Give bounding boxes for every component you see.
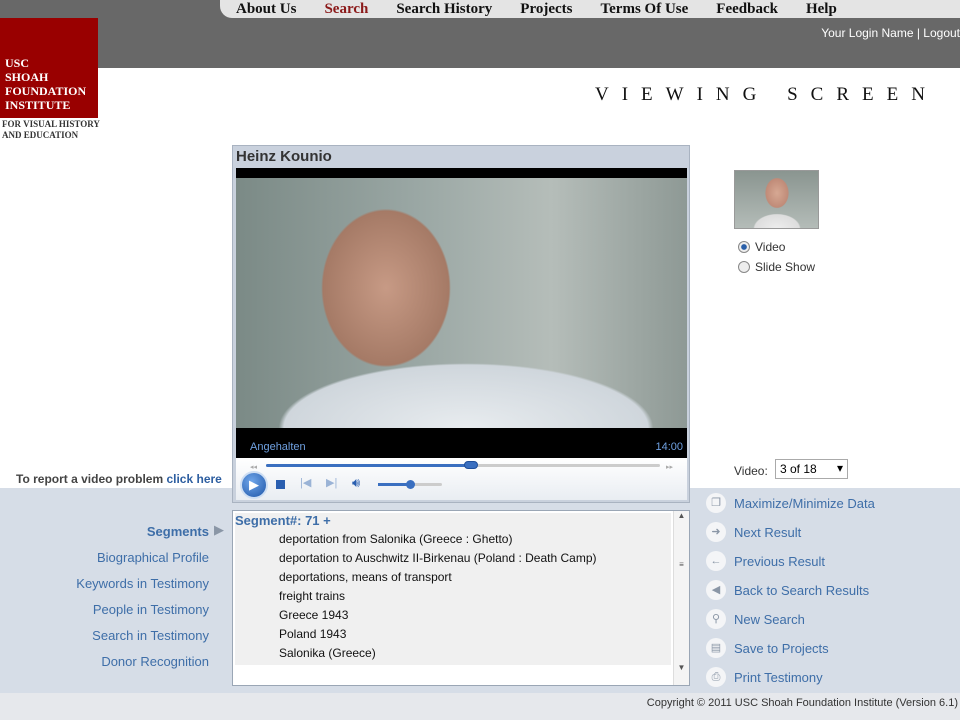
scroll-up-icon[interactable]: ▲ xyxy=(674,511,689,520)
action-label: Previous Result xyxy=(734,553,826,569)
video-screen[interactable] xyxy=(236,168,687,428)
window-icon: ❐ xyxy=(706,493,726,513)
keyword[interactable]: deportation from Salonika (Greece : Ghet… xyxy=(279,532,512,546)
scroll-thumb[interactable]: ≡ xyxy=(674,560,689,569)
login-area: Your Login Name | Logout xyxy=(821,26,960,40)
interviewee-thumbnail xyxy=(734,170,819,229)
stop-button[interactable] xyxy=(276,480,285,489)
video-select[interactable]: 3 of 18 xyxy=(775,459,848,479)
triangle-left-icon: ◀ xyxy=(706,580,726,600)
menu-label: Segments xyxy=(146,524,209,539)
radio-label: Slide Show xyxy=(755,260,816,274)
volume-slider[interactable] xyxy=(378,480,442,489)
radio-video[interactable]: Video xyxy=(738,240,785,254)
menu-search-in-testimony[interactable]: Search in Testimony xyxy=(92,628,209,643)
seek-thumb[interactable] xyxy=(463,461,478,469)
keyword[interactable]: Greece 1943 xyxy=(279,608,348,622)
previous-button[interactable]: |◀ xyxy=(300,476,311,489)
action-label: Back to Search Results xyxy=(734,582,870,598)
next-result[interactable]: ➜ Next Result xyxy=(706,522,801,542)
previous-result[interactable]: ← Previous Result xyxy=(706,551,825,571)
logo-sub-line: FOR VISUAL HISTORY xyxy=(2,119,100,129)
report-text: To report a video problem xyxy=(16,472,167,486)
duration: 14:00 xyxy=(655,441,683,453)
volume-icon[interactable]: 🔊︎ xyxy=(352,475,360,491)
menu-segments[interactable]: Segments xyxy=(147,524,209,539)
keyword[interactable]: deportations, means of transport xyxy=(279,570,452,584)
scroll-down-icon[interactable]: ▼ xyxy=(674,663,689,672)
report-problem: To report a video problem click here xyxy=(16,472,222,486)
menu-biographical-profile[interactable]: Biographical Profile xyxy=(97,550,209,565)
menu-keywords[interactable]: Keywords in Testimony xyxy=(76,576,209,591)
status-text: Angehalten xyxy=(250,441,306,453)
interviewee-name: Heinz Kounio xyxy=(236,148,332,165)
nav-search-history[interactable]: Search History xyxy=(396,0,492,18)
radio-button[interactable] xyxy=(738,241,750,253)
radio-label: Video xyxy=(755,240,786,254)
segment-panel: Segment#: 71 + deportation from Salonika… xyxy=(232,510,690,686)
radio-button[interactable] xyxy=(738,261,750,273)
fast-forward-icon[interactable]: ▸▸ xyxy=(666,463,673,471)
player-status: Angehalten 14:00 xyxy=(236,428,687,458)
nav-search[interactable]: Search xyxy=(324,0,368,18)
nav-feedback[interactable]: Feedback xyxy=(716,0,778,18)
player-controls: ◂◂ ▸▸ ▶ |◀ ▶| 🔊︎ xyxy=(236,458,687,500)
action-label: New Search xyxy=(734,611,805,627)
logo-subtitle: FOR VISUAL HISTORY AND EDUCATION xyxy=(2,119,100,141)
document-icon: ▤ xyxy=(706,638,726,658)
magnifier-icon: ⚲ xyxy=(706,609,726,629)
caret-right-icon: ▶ xyxy=(214,522,224,537)
keyword[interactable]: deportation to Auschwitz II-Birkenau (Po… xyxy=(279,551,597,565)
video-frame xyxy=(236,178,687,428)
action-label: Next Result xyxy=(734,524,802,540)
logo-line: FOUNDATION xyxy=(5,84,87,98)
scrollbar[interactable]: ▲ ≡ ▼ xyxy=(673,511,689,685)
maximize-minimize-data[interactable]: ❐ Maximize/Minimize Data xyxy=(706,493,875,513)
nav-help[interactable]: Help xyxy=(806,0,837,18)
report-link[interactable]: click here xyxy=(166,472,221,486)
nav-terms-of-use[interactable]: Terms Of Use xyxy=(601,0,689,18)
top-nav: About Us Search Search History Projects … xyxy=(220,0,960,18)
logout-link[interactable]: Logout xyxy=(923,26,960,40)
page-title: VIEWING SCREEN xyxy=(595,84,938,105)
play-button[interactable]: ▶ xyxy=(240,471,268,499)
save-to-projects[interactable]: ▤ Save to Projects xyxy=(706,638,829,658)
next-button[interactable]: ▶| xyxy=(326,476,337,489)
keyword[interactable]: freight trains xyxy=(279,589,345,603)
radio-slide-show[interactable]: Slide Show xyxy=(738,260,815,274)
footer: Copyright © 2011 USC Shoah Foundation In… xyxy=(0,693,960,720)
action-label: Print Testimony xyxy=(734,669,823,685)
logo-line: USC xyxy=(5,56,30,70)
video-select-label: Video: xyxy=(734,464,768,478)
arrow-right-icon: ➜ xyxy=(706,522,726,542)
action-label: Save to Projects xyxy=(734,640,829,656)
separator: | xyxy=(913,26,924,40)
logo-line: SHOAH xyxy=(5,70,49,84)
back-to-search-results[interactable]: ◀ Back to Search Results xyxy=(706,580,869,600)
action-label: Maximize/Minimize Data xyxy=(734,495,875,511)
print-testimony[interactable]: ⎙ Print Testimony xyxy=(706,667,823,687)
logo-sub-line: AND EDUCATION xyxy=(2,130,79,140)
video-player: Heinz Kounio Angehalten 14:00 ◂◂ ▸▸ ▶ |◀ … xyxy=(232,145,690,503)
nav-about-us[interactable]: About Us xyxy=(236,0,296,18)
keyword[interactable]: Salonika (Greece) xyxy=(279,646,376,660)
arrow-left-icon: ← xyxy=(706,551,726,571)
login-name[interactable]: Your Login Name xyxy=(821,26,913,40)
volume-thumb[interactable] xyxy=(406,480,415,489)
logo-line: INSTITUTE xyxy=(5,98,71,112)
menu-donor-recognition[interactable]: Donor Recognition xyxy=(101,654,209,669)
logo[interactable]: USC SHOAH FOUNDATION INSTITUTE xyxy=(0,18,98,118)
nav-projects[interactable]: Projects xyxy=(520,0,572,18)
rewind-icon[interactable]: ◂◂ xyxy=(250,463,257,471)
printer-icon: ⎙ xyxy=(706,667,726,687)
menu-people[interactable]: People in Testimony xyxy=(93,602,209,617)
keyword[interactable]: Poland 1943 xyxy=(279,627,346,641)
new-search[interactable]: ⚲ New Search xyxy=(706,609,805,629)
seek-bar[interactable] xyxy=(266,461,660,469)
segment-header[interactable]: Segment#: 71 + xyxy=(235,513,331,528)
